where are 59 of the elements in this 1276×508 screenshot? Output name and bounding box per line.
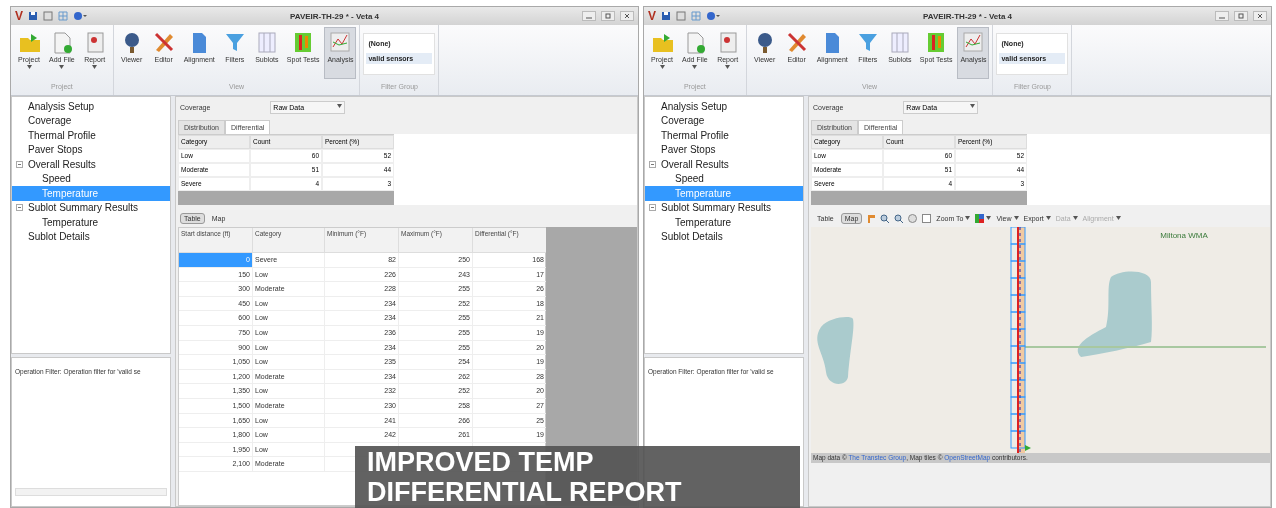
- save-icon: [661, 11, 671, 21]
- caret-icon: [337, 103, 343, 108]
- restore-icon[interactable]: [601, 11, 615, 21]
- layers-icon: [975, 213, 985, 223]
- tree-item[interactable]: Coverage: [645, 113, 803, 128]
- tree-item[interactable]: Sublot Details: [12, 229, 170, 244]
- app-logo: V: [648, 9, 656, 23]
- map[interactable]: Miltona WMA: [811, 227, 1270, 453]
- tree-item[interactable]: Sublot Details: [645, 229, 803, 244]
- toolbar-button[interactable]: [893, 213, 905, 223]
- tree-item[interactable]: Analysis Setup: [645, 99, 803, 114]
- caret-icon: [1013, 216, 1019, 220]
- grid-icon: [691, 11, 701, 21]
- chart-icon: [328, 30, 353, 54]
- tree-item[interactable]: Temperature: [12, 215, 170, 230]
- caption-text: DIFFERENTIAL REPORT: [367, 477, 682, 507]
- close-icon[interactable]: [620, 11, 634, 21]
- collapse-icon[interactable]: [649, 160, 656, 168]
- tree-item[interactable]: Analysis Setup: [12, 99, 170, 114]
- map-label: Miltona WMA: [1159, 231, 1209, 240]
- caret-icon: [965, 216, 971, 220]
- close-icon[interactable]: [1253, 11, 1267, 21]
- tree-item[interactable]: Overall Results: [645, 157, 803, 172]
- tree-item[interactable]: Thermal Profile: [645, 128, 803, 143]
- tree-item[interactable]: Overall Results: [12, 157, 170, 172]
- tree-item[interactable]: Speed: [12, 171, 170, 186]
- tree-item[interactable]: Speed: [645, 171, 803, 186]
- collapse-icon[interactable]: [16, 204, 23, 212]
- caret-icon: [986, 216, 992, 220]
- collapse-icon[interactable]: [649, 204, 656, 212]
- toolbar-button[interactable]: [879, 213, 891, 223]
- caption-text: IMPROVED TEMP: [367, 447, 594, 477]
- caret-icon: [1072, 216, 1078, 220]
- scrollbar[interactable]: [15, 488, 167, 496]
- toolbar-button[interactable]: [921, 213, 933, 223]
- caret-icon: [970, 103, 976, 108]
- tree-item[interactable]: Thermal Profile: [12, 128, 170, 143]
- app-logo: V: [15, 9, 23, 23]
- flag-icon: [866, 213, 876, 223]
- save-icon: [28, 11, 38, 21]
- window-title: PAVEIR-TH-29 * - Veta 4: [921, 11, 1014, 21]
- grid-icon: [58, 11, 68, 21]
- tree-item[interactable]: Sublot Summary Results: [12, 200, 170, 215]
- chart-icon: [961, 30, 986, 54]
- caret-icon: [1115, 216, 1121, 220]
- circle-icon: [908, 213, 918, 223]
- collapse-icon[interactable]: [16, 160, 23, 168]
- square-icon: [922, 213, 932, 223]
- tree-item[interactable]: Paver Stops: [645, 142, 803, 157]
- restore-icon[interactable]: [1234, 11, 1248, 21]
- tree-item[interactable]: Sublot Summary Results: [645, 200, 803, 215]
- tree-item[interactable]: Temperature: [645, 215, 803, 230]
- tree-item[interactable]: Paver Stops: [12, 142, 170, 157]
- zoom-out-icon: [894, 213, 904, 223]
- tree-item[interactable]: Coverage: [12, 113, 170, 128]
- zoom-in-icon: [880, 213, 890, 223]
- caret-icon: [1045, 216, 1051, 220]
- window-title: PAVEIR-TH-29 * - Veta 4: [288, 11, 381, 21]
- toolbar-button[interactable]: [974, 213, 993, 223]
